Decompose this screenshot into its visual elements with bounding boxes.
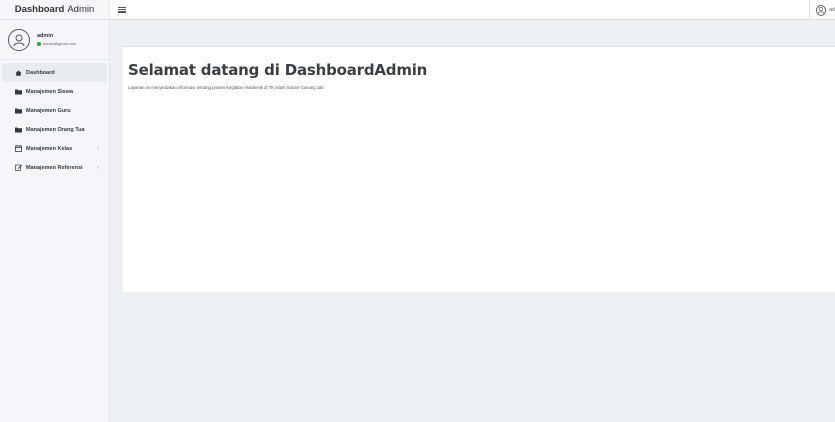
user-icon xyxy=(13,34,25,46)
sidebar-item-label: Dashboard xyxy=(26,69,55,76)
user-name[interactable]: admin xyxy=(37,33,76,39)
user-status: admin@gmail.com xyxy=(37,41,76,46)
folder-icon xyxy=(15,89,22,95)
brand-bold: Dashboard xyxy=(14,4,65,15)
welcome-card: Selamat datang di DashboardAdmin Layanan… xyxy=(123,46,835,292)
sidebar-item-label: Manajemen Orang Tua xyxy=(26,126,85,133)
sidebar: Dashboard Admin admin admin@gmail.com Da… xyxy=(0,0,110,422)
sidebar-item-label: Manajemen Siswa xyxy=(26,88,74,95)
sidebar-item-label: Manajemen Referensi xyxy=(26,164,83,171)
brand-logo[interactable]: Dashboard Admin xyxy=(0,0,109,20)
sidebar-item-manajemen-kelas[interactable]: Manajemen Kelas ‹ xyxy=(2,139,107,158)
sidebar-item-manajemen-guru[interactable]: Manajemen Guru xyxy=(2,101,107,120)
online-status-icon xyxy=(37,41,41,46)
avatar[interactable] xyxy=(8,28,30,51)
welcome-description: Layanan ini menyediakan informasi tentan… xyxy=(128,85,324,90)
edit-icon xyxy=(15,164,22,171)
top-user-label: adm xyxy=(829,7,835,13)
calendar-icon xyxy=(15,145,22,152)
menu-toggle-icon[interactable] xyxy=(118,6,126,13)
welcome-highlight: DashboardAdmin xyxy=(284,61,428,79)
user-panel: admin admin@gmail.com xyxy=(0,20,109,60)
folder-icon xyxy=(15,108,22,114)
page-title: Selamat datang di DashboardAdmin xyxy=(128,61,427,79)
sidebar-item-label: Manajemen Guru xyxy=(26,107,71,114)
brand-light: Admin xyxy=(67,4,95,15)
sidebar-item-label: Manajemen Kelas xyxy=(26,145,73,152)
sidebar-item-manajemen-referensi[interactable]: Manajemen Referensi ‹ xyxy=(2,158,107,177)
top-user-menu[interactable]: adm xyxy=(809,0,835,20)
sidebar-nav: Dashboard Manajemen Siswa Manajemen Guru… xyxy=(0,60,109,177)
home-icon xyxy=(15,70,22,76)
welcome-prefix: Selamat datang di xyxy=(128,61,285,79)
sidebar-item-dashboard[interactable]: Dashboard xyxy=(2,63,107,82)
user-info: admin admin@gmail.com xyxy=(37,33,76,46)
main-content: Selamat datang di DashboardAdmin Layanan… xyxy=(110,20,835,422)
sidebar-item-manajemen-siswa[interactable]: Manajemen Siswa xyxy=(2,82,107,101)
user-icon xyxy=(816,4,827,16)
sidebar-item-manajemen-orang-tua[interactable]: Manajemen Orang Tua xyxy=(2,120,107,139)
top-navbar: adm xyxy=(110,0,835,20)
folder-icon xyxy=(15,127,22,133)
chevron-left-icon: ‹ xyxy=(97,145,99,152)
chevron-left-icon: ‹ xyxy=(97,164,99,171)
user-email: admin@gmail.com xyxy=(43,41,77,46)
